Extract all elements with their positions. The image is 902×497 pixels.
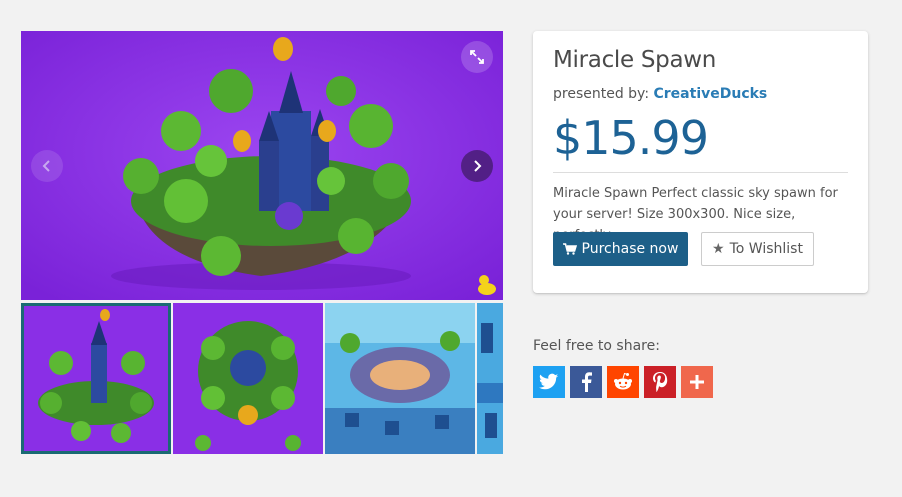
- thumbnail-strip: [21, 303, 503, 454]
- facebook-share-button[interactable]: [570, 366, 602, 398]
- expand-icon[interactable]: [461, 41, 493, 73]
- plus-icon: [690, 375, 704, 389]
- chevron-right-icon: [474, 160, 482, 172]
- thumbnail-1[interactable]: [21, 303, 171, 454]
- presented-by-label: presented by:: [553, 86, 650, 102]
- chevron-left-icon: [42, 160, 50, 172]
- product-card: Miracle Spawn presented by: CreativeDuck…: [533, 31, 868, 293]
- reddit-share-button[interactable]: [607, 366, 639, 398]
- share-label: Feel free to share:: [533, 338, 660, 354]
- main-product-image[interactable]: [21, 31, 503, 300]
- thumbnail-3[interactable]: [325, 303, 475, 454]
- more-share-button[interactable]: [681, 366, 713, 398]
- pinterest-icon: [653, 372, 668, 392]
- product-title: Miracle Spawn: [553, 47, 717, 73]
- facebook-icon: [582, 372, 592, 392]
- twitter-icon: [539, 373, 559, 390]
- purchase-label: Purchase now: [581, 241, 679, 257]
- cart-icon: [562, 243, 577, 255]
- product-price: $15.99: [553, 111, 709, 165]
- product-gallery: [21, 31, 503, 454]
- share-buttons: [533, 366, 713, 398]
- reddit-icon: [614, 372, 632, 390]
- divider: [553, 172, 848, 173]
- next-image-button[interactable]: [461, 150, 493, 182]
- star-icon: ★: [712, 241, 725, 257]
- wishlist-button[interactable]: ★ To Wishlist: [701, 232, 814, 266]
- thumbnail-4[interactable]: [477, 303, 503, 454]
- thumbnail-2[interactable]: [173, 303, 323, 454]
- castle-island-illustration: [21, 31, 503, 300]
- wishlist-label: To Wishlist: [729, 241, 803, 257]
- purchase-button[interactable]: Purchase now: [553, 232, 688, 266]
- presented-by: presented by: CreativeDucks: [553, 86, 767, 102]
- twitter-share-button[interactable]: [533, 366, 565, 398]
- previous-image-button[interactable]: [31, 150, 63, 182]
- author-link[interactable]: CreativeDucks: [654, 86, 768, 102]
- pinterest-share-button[interactable]: [644, 366, 676, 398]
